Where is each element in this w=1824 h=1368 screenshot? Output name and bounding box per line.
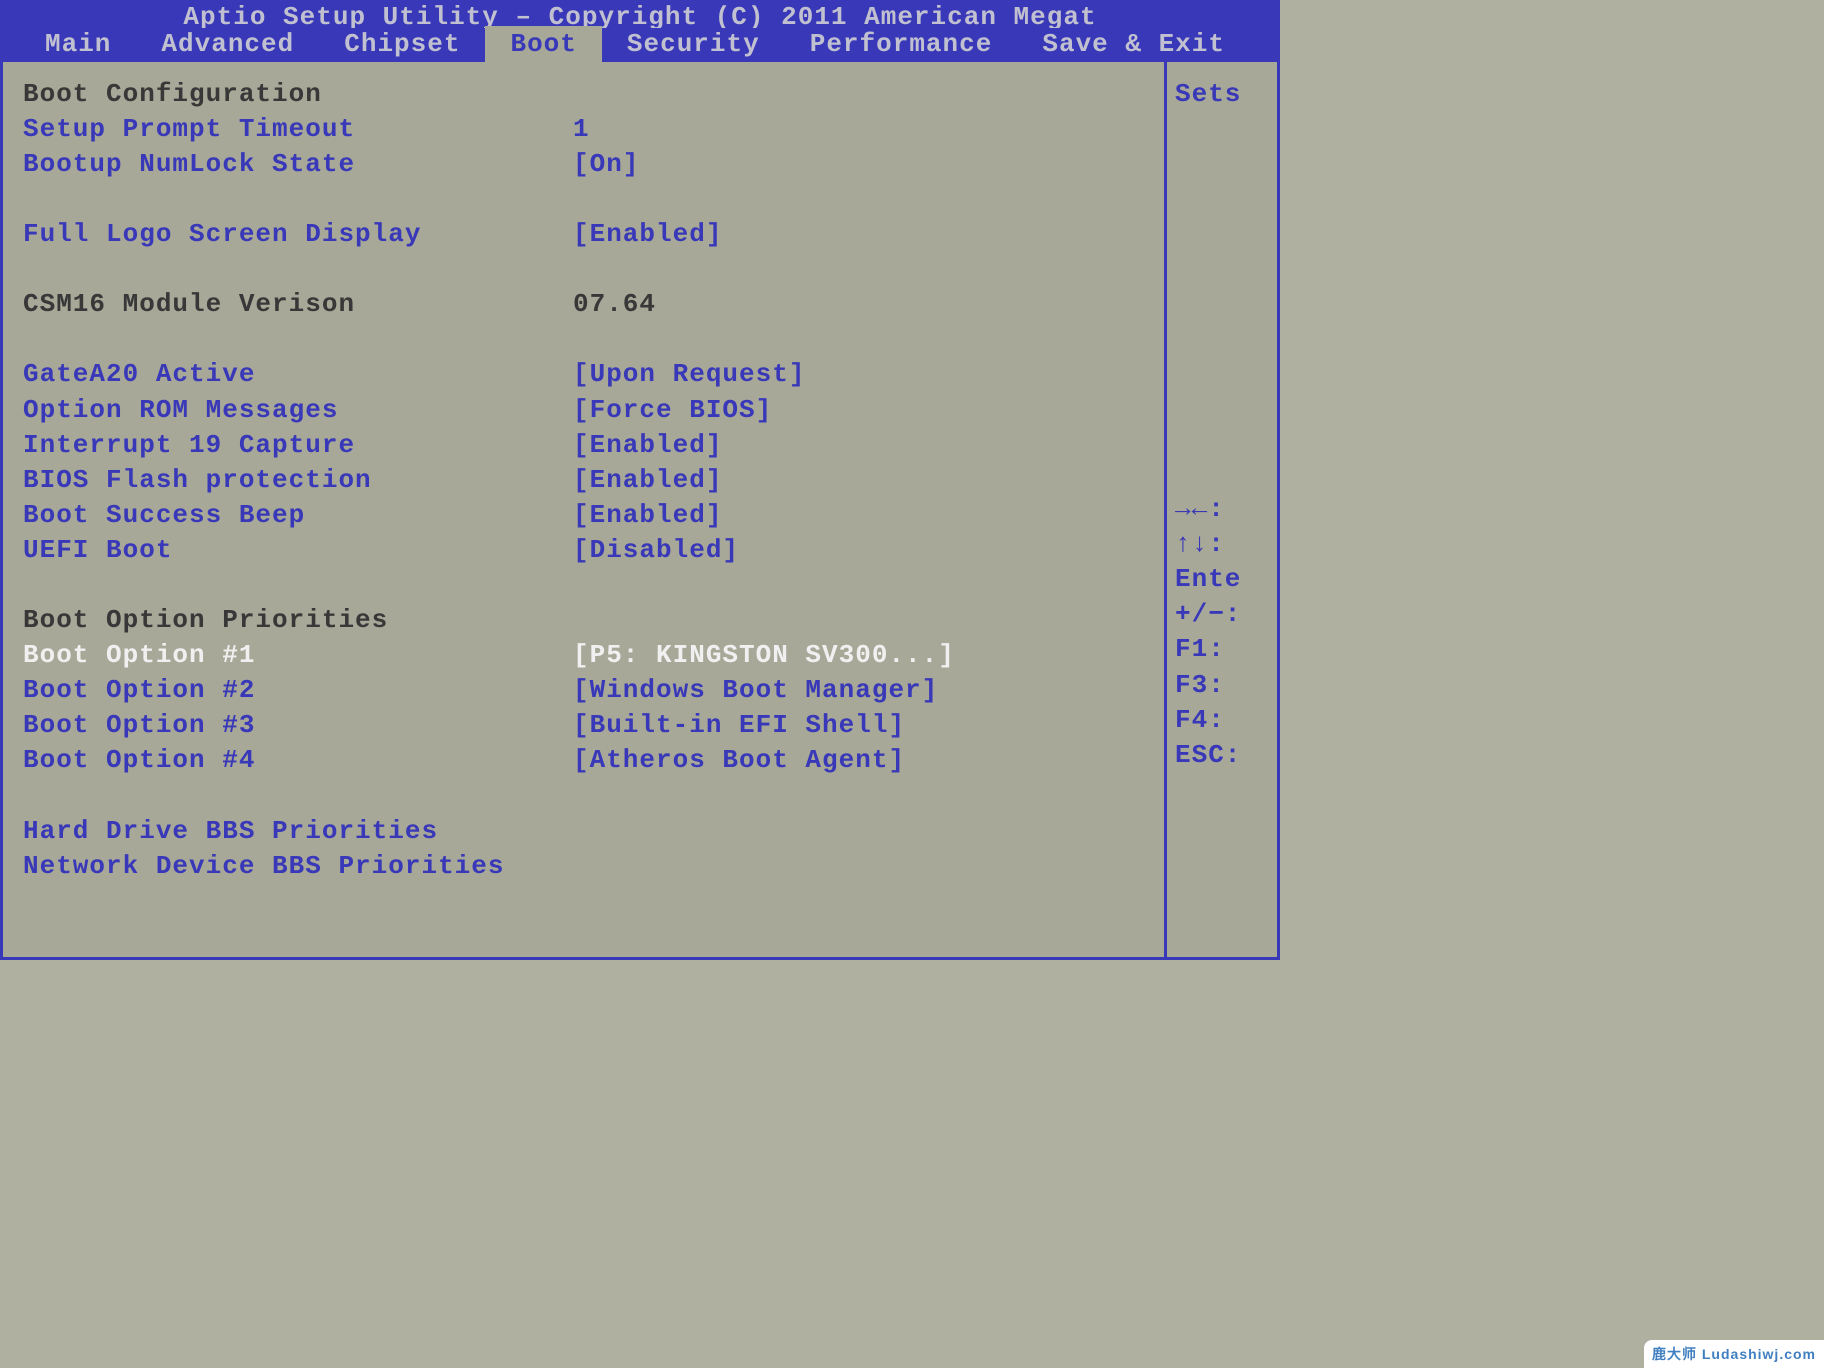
setting-value: [Atheros Boot Agent] bbox=[573, 743, 1144, 778]
help-key: ESC: bbox=[1175, 738, 1269, 773]
uefi-boot[interactable]: UEFI Boot [Disabled] bbox=[23, 533, 1144, 568]
setting-label: Bootup NumLock State bbox=[23, 147, 573, 182]
help-key: ↑↓: bbox=[1175, 527, 1269, 562]
csm16-module-version: CSM16 Module Verison 07.64 bbox=[23, 287, 1144, 322]
setting-value: [Enabled] bbox=[573, 463, 1144, 498]
full-logo-screen-display[interactable]: Full Logo Screen Display [Enabled] bbox=[23, 217, 1144, 252]
help-text: Sets bbox=[1175, 77, 1269, 112]
setting-value: [On] bbox=[573, 147, 1144, 182]
setting-value: 1 bbox=[573, 112, 1144, 147]
setting-value: [Disabled] bbox=[573, 533, 1144, 568]
help-key: F1: bbox=[1175, 632, 1269, 667]
setting-value: [P5: KINGSTON SV300...] bbox=[573, 638, 1144, 673]
main-area: Boot Configuration Setup Prompt Timeout … bbox=[0, 62, 1280, 960]
setting-value: [Built-in EFI Shell] bbox=[573, 708, 1144, 743]
network-device-bbs-priorities[interactable]: Network Device BBS Priorities bbox=[23, 849, 1144, 884]
setting-label: Boot Option #2 bbox=[23, 673, 573, 708]
boot-option-4[interactable]: Boot Option #4 [Atheros Boot Agent] bbox=[23, 743, 1144, 778]
setting-value: [Enabled] bbox=[573, 498, 1144, 533]
help-key: +/−: bbox=[1175, 597, 1269, 632]
boot-option-1[interactable]: Boot Option #1 [P5: KINGSTON SV300...] bbox=[23, 638, 1144, 673]
option-rom-messages[interactable]: Option ROM Messages [Force BIOS] bbox=[23, 393, 1144, 428]
bootup-numlock-state[interactable]: Bootup NumLock State [On] bbox=[23, 147, 1144, 182]
setting-value: [Windows Boot Manager] bbox=[573, 673, 1144, 708]
setup-prompt-timeout[interactable]: Setup Prompt Timeout 1 bbox=[23, 112, 1144, 147]
setting-label: Boot Success Beep bbox=[23, 498, 573, 533]
tab-main[interactable]: Main bbox=[20, 26, 136, 62]
setting-value: [Enabled] bbox=[573, 217, 1144, 252]
bios-flash-protection[interactable]: BIOS Flash protection [Enabled] bbox=[23, 463, 1144, 498]
setting-label: Setup Prompt Timeout bbox=[23, 112, 573, 147]
setting-label: UEFI Boot bbox=[23, 533, 573, 568]
help-key: F3: bbox=[1175, 668, 1269, 703]
setting-label: BIOS Flash protection bbox=[23, 463, 573, 498]
bios-title-bar: Aptio Setup Utility – Copyright (C) 2011… bbox=[0, 0, 1280, 28]
tab-boot[interactable]: Boot bbox=[485, 26, 601, 62]
tab-security[interactable]: Security bbox=[602, 26, 785, 62]
boot-success-beep[interactable]: Boot Success Beep [Enabled] bbox=[23, 498, 1144, 533]
setting-label: Boot Option #1 bbox=[23, 638, 573, 673]
help-key: F4: bbox=[1175, 703, 1269, 738]
gatea20-active[interactable]: GateA20 Active [Upon Request] bbox=[23, 357, 1144, 392]
boot-option-3[interactable]: Boot Option #3 [Built-in EFI Shell] bbox=[23, 708, 1144, 743]
bios-title: Aptio Setup Utility – Copyright (C) 2011… bbox=[183, 2, 1096, 28]
setting-label: GateA20 Active bbox=[23, 357, 573, 392]
settings-panel: Boot Configuration Setup Prompt Timeout … bbox=[3, 62, 1167, 957]
boot-option-priorities-heading: Boot Option Priorities bbox=[23, 603, 1144, 638]
setting-label: Full Logo Screen Display bbox=[23, 217, 573, 252]
interrupt-19-capture[interactable]: Interrupt 19 Capture [Enabled] bbox=[23, 428, 1144, 463]
setting-label: Option ROM Messages bbox=[23, 393, 573, 428]
setting-label: Interrupt 19 Capture bbox=[23, 428, 573, 463]
setting-label: Boot Option #3 bbox=[23, 708, 573, 743]
help-key: Ente bbox=[1175, 562, 1269, 597]
tab-chipset[interactable]: Chipset bbox=[319, 26, 485, 62]
setting-value: [Enabled] bbox=[573, 428, 1144, 463]
tab-advanced[interactable]: Advanced bbox=[136, 26, 319, 62]
tab-save-exit[interactable]: Save & Exit bbox=[1017, 26, 1250, 62]
setting-value: [Upon Request] bbox=[573, 357, 1144, 392]
setting-label: CSM16 Module Verison bbox=[23, 287, 573, 322]
boot-config-heading: Boot Configuration bbox=[23, 77, 1144, 112]
boot-option-2[interactable]: Boot Option #2 [Windows Boot Manager] bbox=[23, 673, 1144, 708]
tab-performance[interactable]: Performance bbox=[785, 26, 1018, 62]
setting-label: Boot Option #4 bbox=[23, 743, 573, 778]
watermark-logo: 鹿大师 Ludashiwj.com bbox=[1644, 1340, 1824, 1368]
setting-value: [Force BIOS] bbox=[573, 393, 1144, 428]
setting-value: 07.64 bbox=[573, 287, 1144, 322]
hard-drive-bbs-priorities[interactable]: Hard Drive BBS Priorities bbox=[23, 814, 1144, 849]
help-panel: Sets →←: ↑↓: Ente +/−: F1: F3: F4: ESC: bbox=[1167, 62, 1277, 957]
help-key: →←: bbox=[1175, 492, 1269, 527]
menu-tabs: Main Advanced Chipset Boot Security Perf… bbox=[0, 28, 1280, 62]
